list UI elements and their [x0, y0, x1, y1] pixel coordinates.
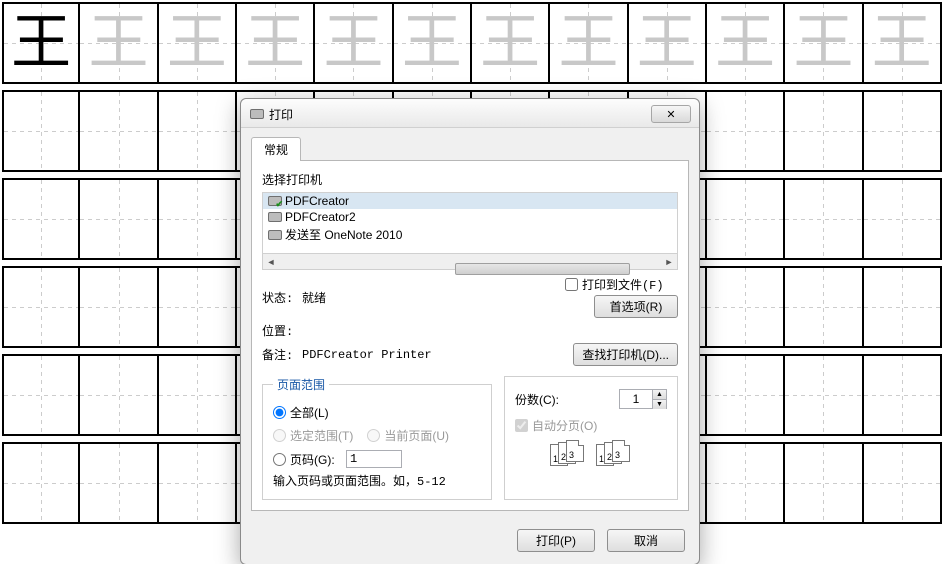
printer-item[interactable]: PDFCreator — [263, 193, 677, 209]
scroll-thumb[interactable] — [455, 263, 631, 275]
cancel-button[interactable]: 取消 — [607, 529, 685, 552]
writing-row: 王 王 王 王 王 王 王 王 王 王 王 王 — [2, 2, 942, 84]
copies-group: 份数(C): ▲▼ 自动分页(O) 123 123 — [504, 376, 678, 500]
trace-glyph: 王 — [89, 13, 149, 73]
printer-item[interactable]: 发送至 OneNote 2010 — [263, 225, 677, 244]
example-glyph: 王 — [11, 13, 71, 73]
printer-icon — [249, 108, 263, 120]
spin-up-icon[interactable]: ▲ — [652, 390, 666, 399]
status-value: 就绪 — [302, 289, 518, 306]
dialog-title: 打印 — [269, 106, 651, 123]
copies-input[interactable] — [620, 390, 652, 408]
printer-icon — [267, 195, 281, 207]
collate-illustration: 123 123 — [515, 441, 667, 467]
scroll-right-icon[interactable]: ► — [661, 257, 677, 267]
find-printer-button[interactable]: 查找打印机(D)... — [573, 343, 678, 366]
tabstrip: 常规 — [241, 128, 699, 160]
comment-label: 备注: — [262, 346, 302, 363]
select-printer-label: 选择打印机 — [262, 171, 678, 188]
page-range-legend: 页面范围 — [273, 376, 329, 393]
range-all-radio[interactable]: 全部(L) — [273, 404, 481, 421]
spin-down-icon[interactable]: ▼ — [652, 399, 666, 409]
print-button[interactable]: 打印(P) — [517, 529, 595, 552]
titlebar[interactable]: 打印 ✕ — [241, 99, 699, 128]
printer-list[interactable]: PDFCreator PDFCreator2 发送至 OneNote 2010 — [262, 192, 678, 254]
range-current-radio: 当前页面(U) — [367, 427, 449, 444]
range-pages-radio[interactable]: 页码(G): — [273, 450, 481, 468]
page-range-group: 页面范围 全部(L) 选定范围(T) 当前页面(U) — [262, 376, 492, 500]
collate-checkbox: 自动分页(O) — [515, 417, 597, 434]
tab-general[interactable]: 常规 — [251, 137, 301, 161]
printer-list-scrollbar[interactable]: ◄ ► — [262, 254, 678, 270]
close-button[interactable]: ✕ — [651, 105, 691, 123]
print-dialog: 打印 ✕ 常规 选择打印机 PDFCreator PDFCreator2 发送至… — [240, 98, 700, 564]
status-label: 状态: — [262, 289, 302, 306]
location-label: 位置: — [262, 322, 302, 339]
scroll-left-icon[interactable]: ◄ — [263, 257, 279, 267]
printer-icon — [267, 211, 281, 223]
pages-input[interactable] — [346, 450, 402, 468]
tab-panel: 选择打印机 PDFCreator PDFCreator2 发送至 OneNote… — [251, 160, 689, 511]
pages-hint: 输入页码或页面范围。如，5-12 — [273, 472, 481, 489]
printer-name: PDFCreator2 — [285, 210, 356, 224]
print-to-file-checkbox[interactable]: 打印到文件(F) — [565, 276, 664, 293]
printer-item[interactable]: PDFCreator2 — [263, 209, 677, 225]
comment-value: PDFCreator Printer — [302, 348, 518, 362]
range-selection-radio: 选定范围(T) — [273, 427, 353, 444]
copies-label: 份数(C): — [515, 391, 559, 408]
copies-spinner[interactable]: ▲▼ — [619, 389, 667, 409]
printer-name: PDFCreator — [285, 194, 349, 208]
preferences-button[interactable]: 首选项(R) — [594, 295, 678, 318]
writing-cell: 王 — [2, 4, 80, 82]
printer-name: 发送至 OneNote 2010 — [285, 226, 402, 243]
printer-icon — [267, 229, 281, 241]
